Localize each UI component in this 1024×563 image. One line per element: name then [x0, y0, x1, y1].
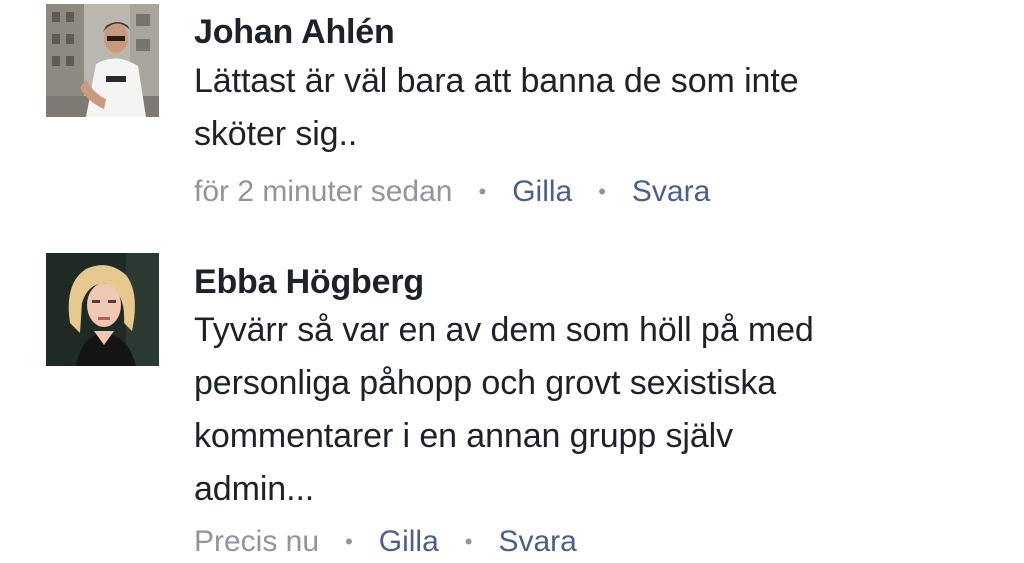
comment-actions: för 2 minuter sedan • Gilla • Svara	[194, 174, 994, 210]
comment-timestamp[interactable]: för 2 minuter sedan	[194, 174, 452, 210]
reply-button[interactable]: Svara	[498, 524, 576, 560]
comment-timestamp[interactable]: Precis nu	[194, 524, 319, 560]
like-button[interactable]: Gilla	[512, 174, 572, 210]
comment-text-line: personliga påhopp och grovt sexistiska	[194, 364, 777, 402]
separator-dot: •	[598, 179, 606, 204]
comment-text-line: sköter sig..	[194, 115, 358, 153]
comment-text: Lättast är väl bara att banna de som int…	[194, 55, 994, 161]
comment-author[interactable]: Johan Ahlén	[194, 12, 994, 52]
comment-text: Tyvärr så var en av dem som höll på med …	[194, 304, 994, 516]
avatar[interactable]	[46, 253, 159, 366]
comment-text-line: Tyvärr så var en av dem som höll på med	[194, 311, 814, 349]
comment-author[interactable]: Ebba Högberg	[194, 262, 994, 302]
comment-text-line: admin...	[194, 470, 315, 508]
avatar-photo	[46, 4, 159, 117]
separator-dot: •	[345, 529, 353, 554]
separator-dot: •	[478, 179, 487, 204]
separator-dot: •	[464, 529, 473, 554]
comment-text-line: Lättast är väl bara att banna de som int…	[194, 62, 799, 100]
like-button[interactable]: Gilla	[379, 524, 439, 560]
reply-button[interactable]: Svara	[632, 174, 710, 210]
avatar-photo	[46, 253, 159, 366]
comment-text-line: kommentarer i en annan grupp själv	[194, 417, 734, 455]
avatar[interactable]	[46, 4, 159, 117]
comment-actions: Precis nu • Gilla • Svara	[194, 524, 994, 560]
